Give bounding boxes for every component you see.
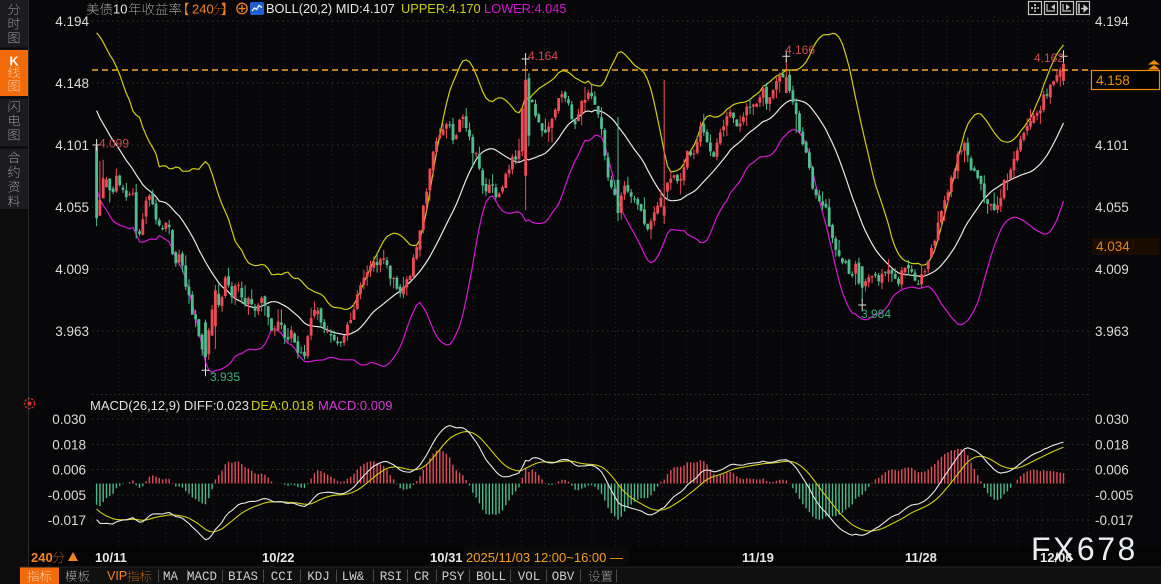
svg-text:4.166: 4.166	[785, 43, 815, 57]
svg-text:11/19: 11/19	[742, 550, 774, 565]
svg-text:240: 240	[31, 550, 53, 565]
svg-text:4.148: 4.148	[55, 76, 89, 91]
svg-text:4.009: 4.009	[55, 262, 89, 277]
svg-text:4.194: 4.194	[1095, 14, 1129, 29]
svg-text:4.101: 4.101	[1095, 138, 1129, 153]
svg-text:0.030: 0.030	[52, 412, 86, 427]
svg-text:0.006: 0.006	[52, 462, 86, 477]
svg-text:4.162: 4.162	[1034, 51, 1064, 65]
svg-text:10/31: 10/31	[430, 550, 463, 565]
svg-text:KDJ: KDJ	[307, 570, 330, 584]
svg-text:10: 10	[113, 2, 127, 17]
svg-text:MA: MA	[163, 570, 179, 584]
svg-text:4.009: 4.009	[1095, 262, 1129, 277]
svg-text:VIP: VIP	[107, 569, 127, 583]
svg-text:LOWER:4.045: LOWER:4.045	[484, 1, 567, 16]
svg-text:-0.017: -0.017	[48, 513, 86, 528]
svg-text:3.984: 3.984	[861, 307, 891, 321]
svg-text:3.963: 3.963	[1095, 324, 1129, 339]
svg-text:MACD(26,12,9) DIFF:0.023: MACD(26,12,9) DIFF:0.023	[90, 398, 249, 413]
svg-text:4.055: 4.055	[1095, 200, 1129, 215]
svg-text:DEA:0.018: DEA:0.018	[251, 398, 314, 413]
svg-text:OBV: OBV	[552, 570, 575, 584]
svg-text:11/28: 11/28	[905, 550, 937, 565]
svg-text:4.164: 4.164	[528, 49, 558, 63]
svg-text:0.030: 0.030	[1095, 412, 1129, 427]
svg-text:4.158: 4.158	[1096, 73, 1130, 88]
svg-text:240: 240	[192, 2, 214, 17]
svg-text:CCI: CCI	[271, 570, 294, 584]
svg-text:10/11: 10/11	[95, 550, 127, 565]
svg-text:-0.005: -0.005	[48, 488, 86, 503]
svg-text:UPPER:4.170: UPPER:4.170	[401, 1, 481, 16]
svg-text:-0.005: -0.005	[1095, 488, 1133, 503]
svg-text:BIAS: BIAS	[228, 570, 258, 584]
svg-text:0.018: 0.018	[1095, 437, 1129, 452]
svg-text:VOL: VOL	[518, 570, 541, 584]
svg-text:LW&: LW&	[342, 570, 365, 584]
svg-text:CR: CR	[414, 570, 430, 584]
svg-text:0.018: 0.018	[52, 437, 86, 452]
svg-text:K: K	[9, 55, 18, 69]
svg-text:MACD:0.009: MACD:0.009	[318, 398, 392, 413]
svg-text:0.006: 0.006	[1095, 462, 1129, 477]
svg-text:BOLL: BOLL	[476, 570, 506, 584]
svg-text:4.194: 4.194	[55, 14, 89, 29]
svg-text:BOLL(20,2) MID:4.107: BOLL(20,2) MID:4.107	[266, 1, 395, 16]
svg-text:4.099: 4.099	[99, 137, 129, 151]
svg-text:-0.017: -0.017	[1095, 513, 1133, 528]
svg-text:4.055: 4.055	[55, 200, 89, 215]
svg-text:FX678: FX678	[1031, 531, 1138, 567]
svg-text:RSI: RSI	[380, 570, 403, 584]
svg-text:3.963: 3.963	[55, 324, 89, 339]
svg-text:4.034: 4.034	[1096, 239, 1130, 254]
svg-text:PSY: PSY	[442, 570, 465, 584]
svg-text:MACD: MACD	[187, 570, 217, 584]
svg-text:4.101: 4.101	[55, 138, 89, 153]
svg-text:2025/11/03 12:00~16:00 —: 2025/11/03 12:00~16:00 —	[466, 550, 623, 565]
svg-text:3.935: 3.935	[210, 370, 240, 384]
svg-text:10/22: 10/22	[262, 550, 295, 565]
